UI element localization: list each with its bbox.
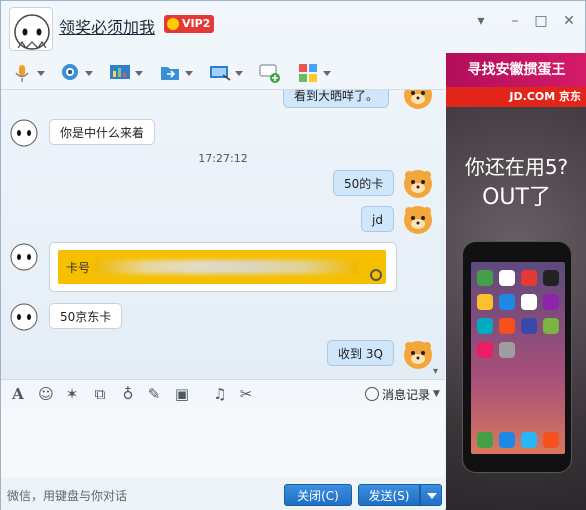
gift-card-image[interactable]: 卡号 <box>58 250 386 284</box>
chat-add-icon <box>259 64 280 83</box>
ghost-avatar-icon <box>14 14 50 50</box>
close-window-button[interactable]: ✕ <box>557 11 581 31</box>
scroll-down-icon[interactable]: ▾ <box>433 366 438 377</box>
voice-call-button[interactable] <box>11 61 45 85</box>
ad-line1: 你还在用5? <box>464 155 569 179</box>
file-transfer-button[interactable] <box>159 61 193 85</box>
voice-icon[interactable]: ♁ <box>119 385 137 403</box>
message-bubble-right: 50的卡 <box>333 170 395 196</box>
message-bubble-right: 收到 3Q <box>327 340 394 366</box>
minimize-button[interactable]: – <box>503 11 527 31</box>
apps-button[interactable] <box>297 61 331 85</box>
send-button[interactable]: 发送(S) <box>358 484 420 506</box>
scissors-icon[interactable]: ✂ <box>237 385 255 403</box>
magic-icon[interactable]: ✶ <box>63 385 81 403</box>
maximize-button[interactable]: □ <box>529 11 553 31</box>
iphone-image <box>462 241 572 473</box>
bear-avatar-icon <box>404 206 432 234</box>
ghost-avatar-icon <box>10 119 38 147</box>
bear-avatar-icon <box>404 90 432 109</box>
bear-avatar-icon <box>404 341 432 369</box>
chat-history[interactable]: 看到大晒咩了。 你是中什么来着 17:27:12 50的卡 jd 卡号 50京东… <box>1 89 445 379</box>
ad-headline[interactable]: 寻找安徽掼蛋王 <box>446 53 586 87</box>
bear-avatar-icon <box>404 170 432 198</box>
font-icon[interactable]: A <box>9 385 27 403</box>
remote-desktop-button[interactable] <box>209 61 243 85</box>
input-toolbar: A ☺ ✶ ⧉ ♁ ✎ ▣ ♫ ✂ 消息记录 ▼ <box>1 379 445 407</box>
clock-icon <box>365 387 379 401</box>
ad-banner[interactable]: 你还在用5? OUT了 <box>446 107 586 510</box>
input-hint: 微信，用键盘与你对话 <box>7 489 128 503</box>
vip-badge[interactable]: VIP2 <box>164 15 215 33</box>
jd-logo: JD.COM 京东 <box>446 87 586 107</box>
ad-panel[interactable]: 寻找安徽掼蛋王 JD.COM 京东 你还在用5? OUT了 <box>446 53 586 510</box>
video-call-button[interactable] <box>59 61 93 85</box>
message-timestamp: 17:27:12 <box>198 152 248 165</box>
edit-icon[interactable]: ✎ <box>145 385 163 403</box>
chevron-down-icon <box>427 493 437 499</box>
close-button[interactable]: 关闭(C) <box>284 484 352 506</box>
message-history-button[interactable]: 消息记录 ▼ <box>365 385 440 403</box>
contact-name[interactable]: 领奖必须加我 <box>59 14 155 38</box>
send-options-button[interactable] <box>420 484 442 506</box>
apps-grid-icon <box>299 64 317 82</box>
menu-dropdown-icon[interactable]: ▾ <box>469 11 493 31</box>
card-number-label: 卡号 <box>66 261 91 275</box>
shake-icon[interactable]: ⧉ <box>91 385 109 403</box>
zoom-icon[interactable] <box>370 269 382 281</box>
screen-share-button[interactable] <box>109 61 143 85</box>
image-icon[interactable]: ▣ <box>173 385 191 403</box>
emoji-icon[interactable]: ☺ <box>37 385 55 403</box>
ad-line2: OUT了 <box>482 185 551 210</box>
history-label: 消息记录 <box>382 387 431 402</box>
screen-share-icon <box>110 65 130 79</box>
webcam-icon <box>62 64 78 80</box>
file-transfer-icon <box>161 67 179 80</box>
contact-avatar[interactable] <box>9 7 53 51</box>
music-icon[interactable]: ♫ <box>211 385 229 403</box>
image-message-bubble[interactable]: 卡号 <box>49 242 397 292</box>
message-bubble-right: jd <box>361 206 394 232</box>
call-toolbar <box>1 57 445 89</box>
group-chat-button[interactable] <box>259 61 281 85</box>
microphone-icon <box>15 65 29 82</box>
window-header: 领奖必须加我 VIP2 ▾ – □ ✕ <box>1 1 586 53</box>
message-bubble-right: 看到大晒咩了。 <box>283 90 390 108</box>
bottom-bar: 微信，用键盘与你对话 关闭(C) 发送(S) <box>1 477 445 510</box>
ghost-avatar-icon <box>10 303 38 331</box>
chevron-down-icon: ▼ <box>433 389 440 399</box>
chat-window: 领奖必须加我 VIP2 ▾ – □ ✕ 看到大晒咩了。 你是中什么来着 17:2… <box>0 0 586 510</box>
message-bubble-left: 你是中什么来着 <box>49 119 156 145</box>
blurred-card-number <box>94 260 358 274</box>
remote-desktop-icon <box>210 66 231 81</box>
ghost-avatar-icon <box>10 243 38 271</box>
message-bubble-left: 50京东卡 <box>49 303 123 329</box>
message-input[interactable] <box>1 407 445 477</box>
phone-screen <box>471 262 565 454</box>
